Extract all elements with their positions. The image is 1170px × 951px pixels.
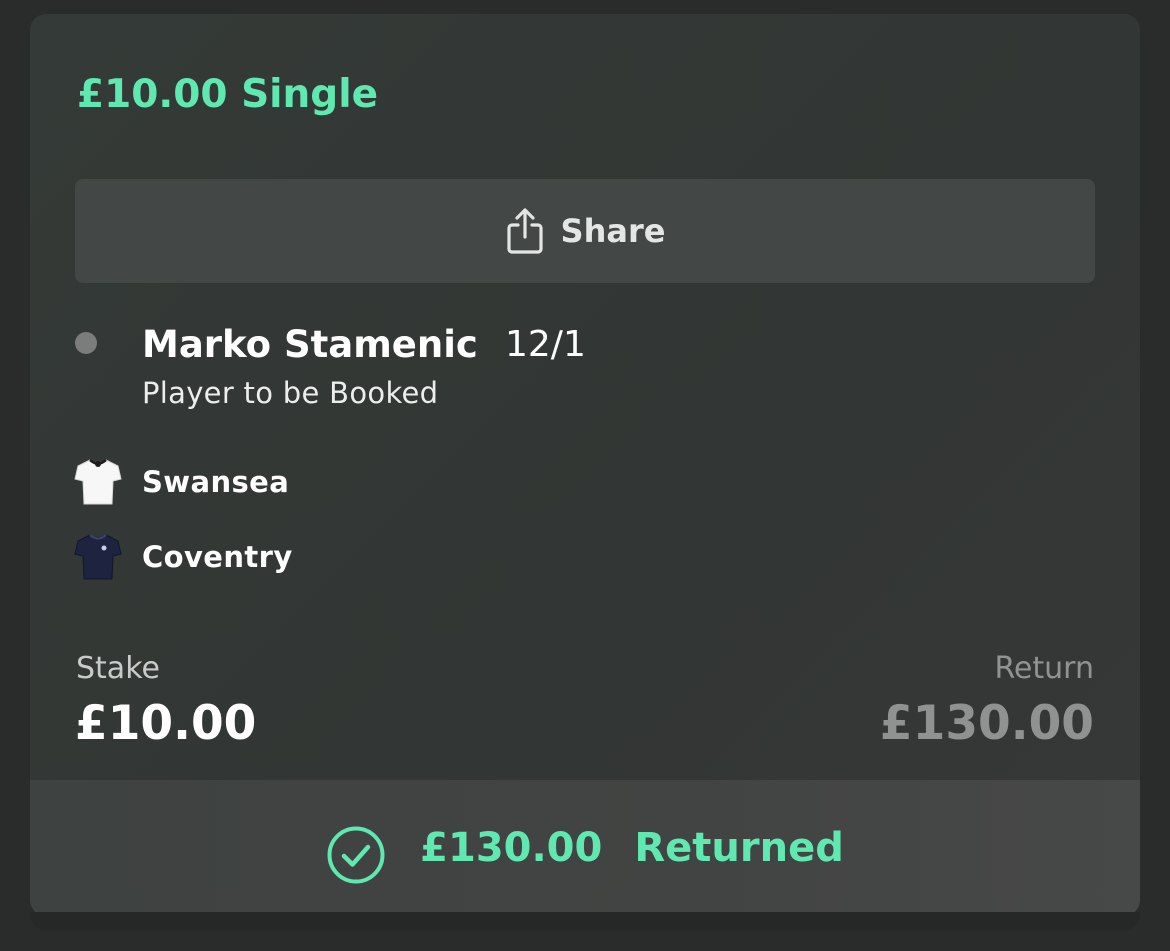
white-shirt-icon xyxy=(74,457,122,507)
return-label: Return xyxy=(994,651,1094,686)
selection-status-dot xyxy=(75,332,97,354)
returned-amount: £130.00 xyxy=(420,825,603,871)
team-name-away: Coventry xyxy=(142,540,293,574)
returned-label: Returned xyxy=(634,825,844,871)
selection-odds: 12/1 xyxy=(505,324,586,365)
stake-value: £10.00 xyxy=(75,696,257,751)
share-icon xyxy=(505,207,545,255)
market-name: Player to be Booked xyxy=(142,376,439,410)
bet-title: £10.00 Single xyxy=(77,72,379,117)
navy-shirt-icon xyxy=(74,532,122,582)
stake-label: Stake xyxy=(76,651,160,686)
returned-banner: £130.00 Returned xyxy=(30,780,1140,916)
share-label: Share xyxy=(560,212,666,250)
team-row-away: Coventry xyxy=(74,531,293,583)
team-name-home: Swansea xyxy=(142,465,290,499)
bet-card: £10.00 Single Share Marko Stamenic 12/1 … xyxy=(30,14,1140,916)
team-row-home: Swansea xyxy=(74,456,289,508)
card-stack-edge xyxy=(30,912,1140,930)
check-circle-icon xyxy=(326,825,386,885)
share-button[interactable]: Share xyxy=(75,179,1095,283)
return-value: £130.00 xyxy=(879,696,1094,751)
selection-name: Marko Stamenic xyxy=(142,323,478,366)
